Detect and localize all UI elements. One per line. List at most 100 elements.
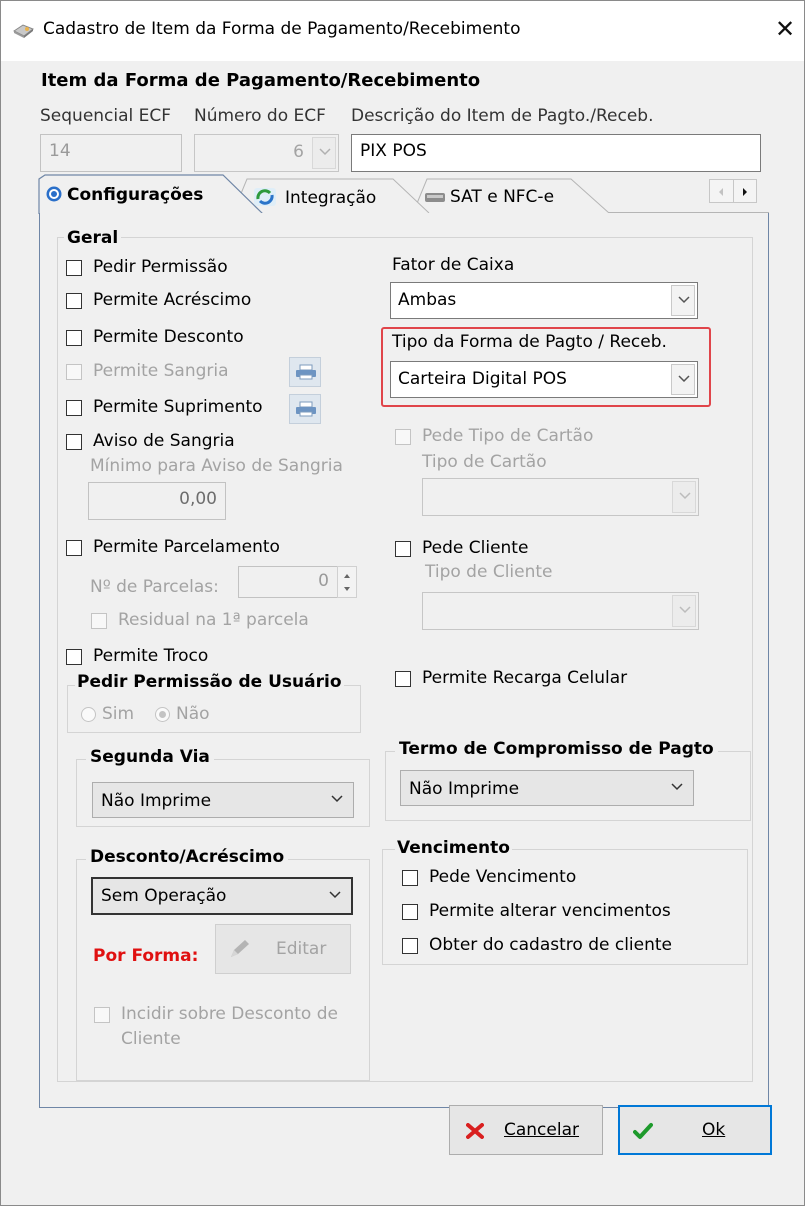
desconto-acrescimo-select[interactable]: Sem Operação [91,877,353,915]
permite-parcelamento-label: Permite Parcelamento [93,537,280,557]
pedir-permissao-checkbox[interactable] [66,260,82,276]
app-icon [13,24,34,38]
geral-title: Geral [64,228,122,248]
chevron-down-icon [671,783,683,791]
sim-label: Sim [102,704,135,724]
incidir-desconto-label-2: Cliente [121,1029,181,1049]
scroll-left-icon[interactable] [717,187,725,197]
numero-ecf-select[interactable]: 6 [194,134,339,172]
tab-scroller [709,179,757,203]
desconto-acrescimo-title: Desconto/Acréscimo [86,847,289,867]
chevron-down-icon [672,595,696,627]
residual-checkbox[interactable] [91,613,107,629]
permite-recarga-label: Permite Recarga Celular [422,668,628,688]
aviso-sangria-checkbox[interactable] [66,434,82,450]
spin-down-icon[interactable] [343,586,351,592]
pede-tipo-cartao-checkbox[interactable] [395,429,411,445]
numero-ecf-label: Número do ECF [194,106,326,126]
tab-configuracoes-label: Configurações [67,185,204,205]
termo-select[interactable]: Não Imprime [400,770,694,806]
sync-icon [254,188,276,206]
fator-caixa-select[interactable]: Ambas [390,282,698,319]
permite-desconto-checkbox[interactable] [66,330,82,346]
incidir-desconto-checkbox[interactable] [94,1007,110,1023]
tab-integracao[interactable]: Integração [253,187,376,208]
permite-sangria-label: Permite Sangria [93,361,229,381]
tipo-cartao-select[interactable] [422,478,699,516]
obter-cadastro-checkbox[interactable] [402,938,418,954]
window-title: Cadastro de Item da Forma de Pagamento/R… [43,19,521,39]
tipo-cliente-label: Tipo de Cliente [425,562,553,582]
suprimento-print-button[interactable] [289,394,321,424]
minimo-aviso-label: Mínimo para Aviso de Sangria [90,456,343,476]
editar-button[interactable]: Editar [215,924,351,974]
sangria-print-button[interactable] [289,357,321,387]
check-icon [633,1123,653,1139]
ok-label: Ok [702,1120,726,1140]
printer-icon [425,193,445,202]
sequencial-label: Sequencial ECF [40,106,172,126]
tab-configuracoes[interactable]: Configurações [45,185,203,205]
fator-caixa-label: Fator de Caixa [392,255,515,275]
chevron-down-icon [671,364,695,395]
segunda-via-value: Não Imprime [101,791,212,811]
fator-caixa-value: Ambas [398,290,457,310]
num-parcelas-spinner[interactable] [337,566,357,598]
chevron-down-icon [672,481,696,513]
pede-cliente-label: Pede Cliente [422,538,529,558]
pedir-permissao-label: Pedir Permissão [93,257,228,277]
vencimento-title: Vencimento [395,838,512,858]
tab-integracao-label: Integração [285,188,377,208]
termo-title: Termo de Compromisso de Pagto [395,739,718,759]
pencil-icon [231,940,249,957]
printer-icon [296,364,316,380]
permite-sangria-checkbox[interactable] [66,364,82,380]
close-icon[interactable]: ✕ [771,13,799,45]
ok-button[interactable]: Ok [618,1105,772,1155]
num-parcelas-field[interactable]: 0 [238,566,338,598]
permite-troco-checkbox[interactable] [66,649,82,665]
desconto-acrescimo-value: Sem Operação [101,886,227,906]
spin-up-icon[interactable] [343,573,351,579]
chevron-down-icon [331,795,343,803]
scroll-right-icon[interactable] [741,187,749,197]
numero-ecf-value: 6 [293,142,304,162]
descricao-field[interactable]: PIX POS [351,134,761,172]
sim-radio[interactable] [81,707,96,722]
nao-radio[interactable] [155,707,170,722]
permite-suprimento-checkbox[interactable] [66,400,82,416]
cancelar-button[interactable]: Cancelar [449,1105,603,1155]
permite-alterar-label: Permite alterar vencimentos [429,901,671,921]
minimo-aviso-field[interactable]: 0,00 [88,482,226,520]
tipo-forma-label: Tipo da Forma de Pagto / Receb. [392,332,667,352]
editar-label: Editar [276,939,327,959]
pede-vencimento-checkbox[interactable] [402,870,418,886]
permite-recarga-checkbox[interactable] [395,671,411,687]
tipo-forma-select[interactable]: Carteira Digital POS [390,361,698,398]
por-forma-label: Por Forma: [93,946,199,966]
permite-suprimento-label: Permite Suprimento [93,397,263,417]
descricao-label: Descrição do Item de Pagto./Receb. [351,106,654,126]
sequencial-field[interactable]: 14 [40,134,182,172]
cancelar-label: Cancelar [504,1120,579,1140]
pede-cliente-checkbox[interactable] [395,541,411,557]
tab-sat-nfce[interactable]: SAT e NFC-e [424,187,554,207]
pede-tipo-cartao-label: Pede Tipo de Cartão [422,426,594,446]
permite-troco-label: Permite Troco [93,646,209,666]
chevron-down-icon [312,137,336,169]
pedir-permissao-usuario-title: Pedir Permissão de Usuário [75,672,344,692]
termo-value: Não Imprime [409,779,520,799]
segunda-via-title: Segunda Via [86,747,214,767]
aviso-sangria-label: Aviso de Sangria [93,431,235,451]
tipo-cartao-label: Tipo de Cartão [422,452,547,472]
permite-desconto-label: Permite Desconto [93,327,244,347]
permite-acrescimo-checkbox[interactable] [66,293,82,309]
permite-parcelamento-checkbox[interactable] [66,540,82,556]
segunda-via-select[interactable]: Não Imprime [92,782,354,818]
permite-alterar-checkbox[interactable] [402,904,418,920]
obter-cadastro-label: Obter do cadastro de cliente [429,935,673,955]
dialog-window: Cadastro de Item da Forma de Pagamento/R… [0,0,805,1206]
chevron-down-icon [329,891,341,899]
residual-label: Residual na 1ª parcela [118,610,309,630]
tipo-cliente-select[interactable] [422,592,699,630]
